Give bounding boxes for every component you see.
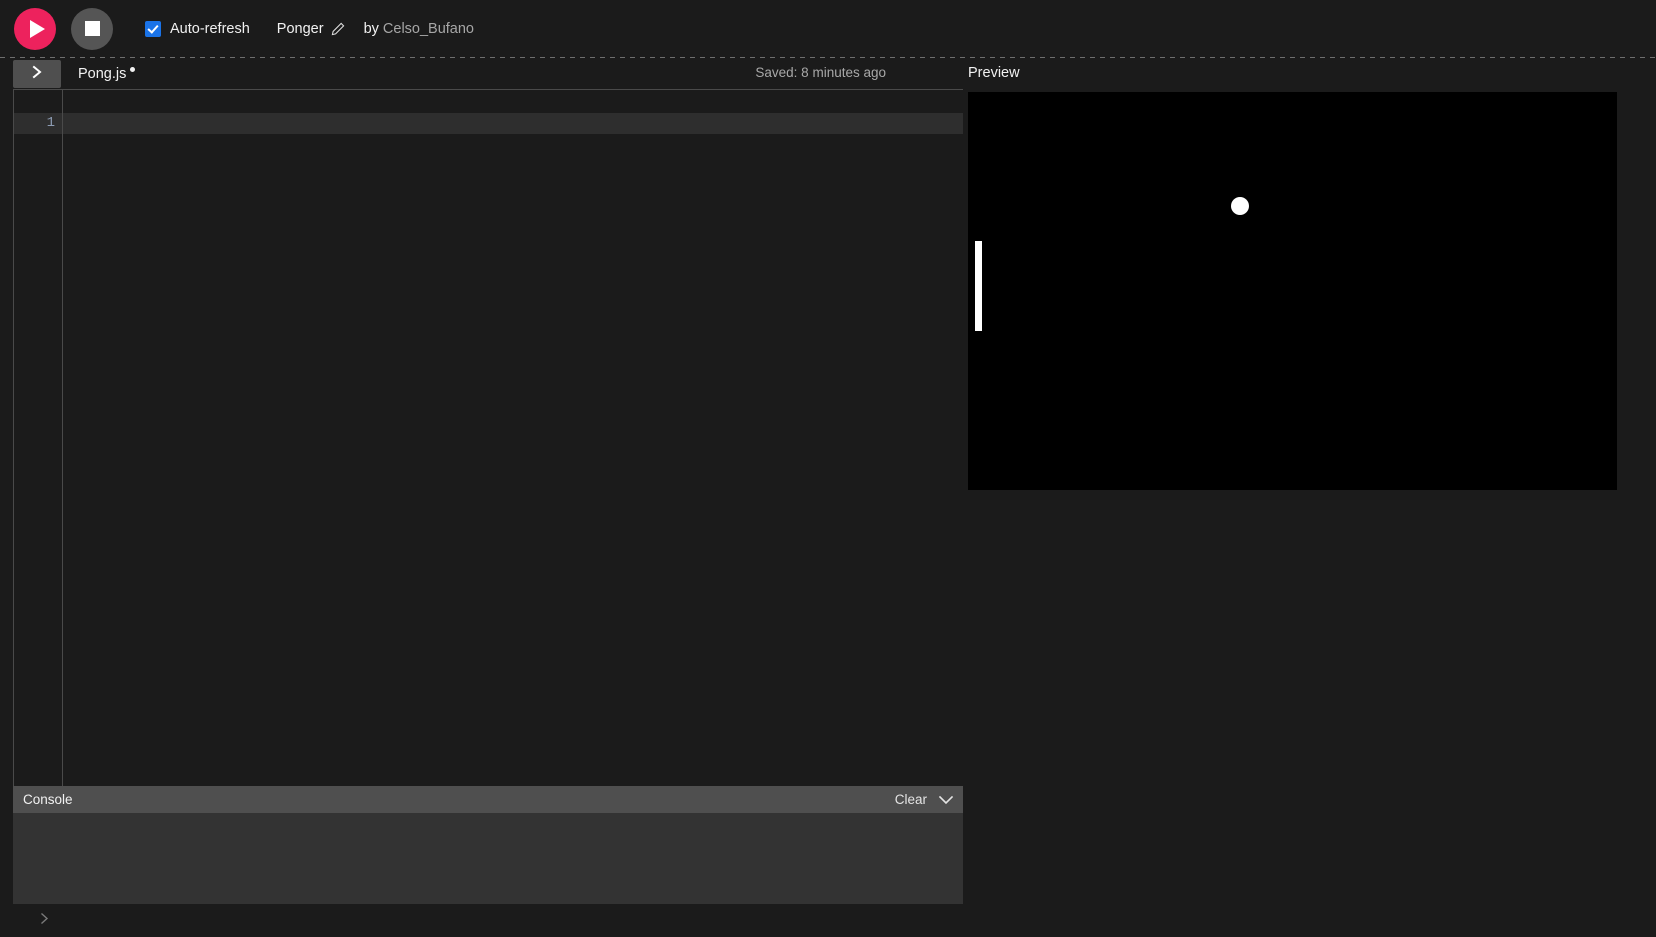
pong-paddle-left <box>975 241 982 331</box>
auto-refresh-checkbox[interactable] <box>145 20 161 37</box>
console-title: Console <box>23 792 73 807</box>
play-icon <box>29 19 45 38</box>
console-header-actions: Clear <box>895 792 954 807</box>
preview-canvas[interactable] <box>968 92 1617 490</box>
line-number: 1 <box>14 113 62 134</box>
pong-ball <box>1231 197 1249 215</box>
auto-refresh-toggle[interactable]: Auto-refresh <box>145 20 250 37</box>
chevron-right-icon <box>30 64 44 83</box>
play-button[interactable] <box>14 7 56 50</box>
saved-status: Saved: 8 minutes ago <box>755 65 886 80</box>
author-name[interactable]: Celso_Bufano <box>383 21 474 37</box>
top-toolbar: Auto-refresh Ponger by Celso_Bufano <box>0 0 1656 57</box>
console-header: Console Clear <box>13 786 963 813</box>
sketch-meta: Ponger by Celso_Bufano <box>277 21 474 37</box>
pencil-icon[interactable] <box>331 22 345 36</box>
console-clear-button[interactable]: Clear <box>895 792 927 807</box>
console-output <box>13 813 963 904</box>
console-input[interactable] <box>60 913 963 928</box>
sidebar-toggle-button[interactable] <box>13 59 61 88</box>
file-tab-pong-js[interactable]: Pong.js <box>78 65 136 82</box>
line-number-gutter: 1 <box>14 90 63 786</box>
preview-label: Preview <box>968 65 1020 81</box>
stop-button[interactable] <box>71 7 113 50</box>
byline: by Celso_Bufano <box>364 21 474 37</box>
code-editor[interactable]: 1 <box>13 89 963 786</box>
byline-prefix: by <box>363 20 383 37</box>
chevron-down-icon[interactable] <box>938 794 954 806</box>
code-line[interactable] <box>63 113 963 134</box>
console-input-row[interactable] <box>13 904 963 937</box>
console-panel: Console Clear <box>13 786 963 937</box>
editor-header: Pong.js Saved: 8 minutes ago <box>0 58 963 89</box>
chevron-right-icon <box>39 912 50 930</box>
auto-refresh-label: Auto-refresh <box>170 20 250 37</box>
stop-icon <box>84 21 100 36</box>
preview-panel: Preview <box>963 58 1656 879</box>
file-tab-label: Pong.js <box>78 65 127 82</box>
code-content[interactable] <box>63 90 963 786</box>
editor-panel: Pong.js Saved: 8 minutes ago 1 Console C… <box>0 58 963 937</box>
sketch-name[interactable]: Ponger <box>277 21 324 37</box>
unsaved-indicator-dot <box>130 66 136 72</box>
